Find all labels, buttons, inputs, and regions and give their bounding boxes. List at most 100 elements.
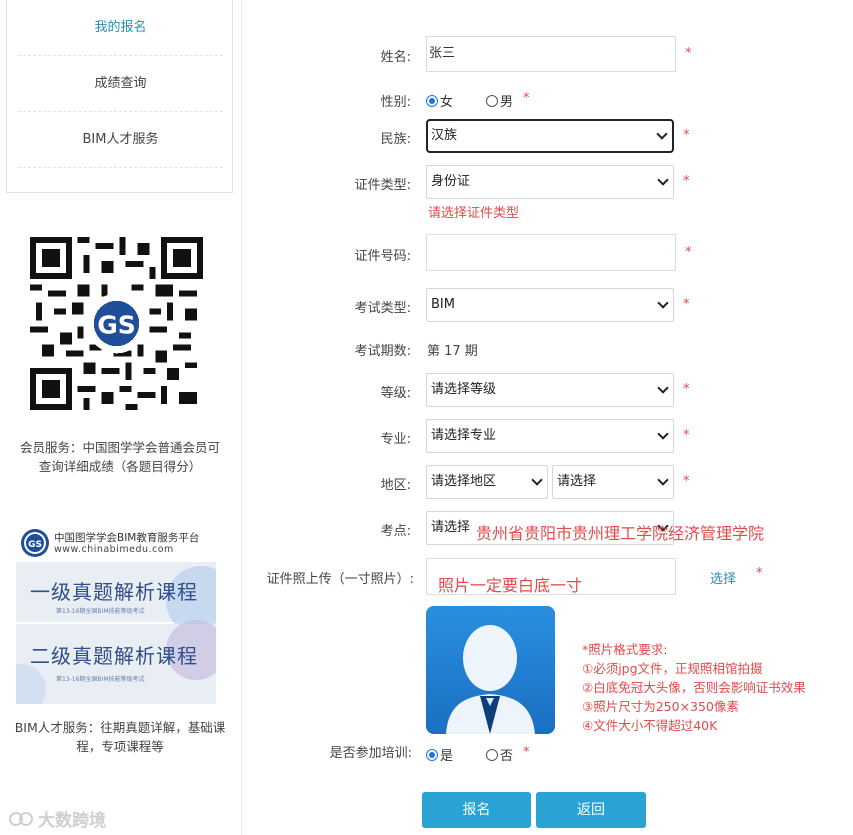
radio-checked-icon bbox=[426, 748, 438, 761]
registration-page: 我的报名 成绩查询 BIM人才服务 GS 会员服务：中国图学学会普通会员可查询详… bbox=[0, 0, 853, 835]
training-label: 是否参加培训: bbox=[329, 746, 412, 761]
required-mark: * bbox=[523, 91, 530, 106]
name-label: 姓名: bbox=[380, 50, 411, 65]
training-no-label: 否 bbox=[500, 749, 514, 764]
exam-period-value: 第 17 期 bbox=[427, 344, 478, 359]
region-label: 地区: bbox=[380, 478, 411, 493]
required-mark: * bbox=[683, 428, 690, 443]
id-type-value: 身份证 bbox=[431, 174, 471, 189]
region-province-select[interactable]: 请选择地区 bbox=[426, 465, 548, 499]
id-number-label: 证件号码: bbox=[354, 249, 411, 264]
exam-site-label: 考点: bbox=[380, 524, 411, 539]
ad-url: www.chinabimedu.com bbox=[54, 543, 174, 555]
photo-req-item: ①必须jpg文件，正规照相馆拍摄 bbox=[582, 661, 763, 676]
ethnicity-label: 民族: bbox=[380, 132, 411, 147]
gender-male-label: 男 bbox=[500, 95, 514, 110]
training-yes-label: 是 bbox=[440, 749, 454, 764]
photo-requirements: *照片格式要求: ①必须jpg文件，正规照相馆拍摄 ②白底免冠大头像，否则会影响… bbox=[582, 640, 806, 735]
exam-period-label: 考试期数: bbox=[354, 344, 411, 359]
ethnicity-select[interactable]: 汉族 bbox=[426, 119, 674, 153]
ad-course-panel-1: 一级真题解析课程 第13-16期全国BIM技能等级考试 bbox=[16, 562, 216, 636]
sidebar-nav: 我的报名 成绩查询 BIM人才服务 bbox=[6, 0, 233, 193]
chevron-down-icon bbox=[657, 428, 669, 440]
gender-radio-male[interactable]: 男 bbox=[486, 91, 513, 110]
level-value: 请选择等级 bbox=[431, 382, 497, 397]
ad-header: GS 中国图学学会BIM教育服务平台 www.chinabimedu.com bbox=[20, 528, 199, 558]
required-mark: * bbox=[523, 745, 530, 760]
chevron-down-icon bbox=[531, 474, 543, 486]
id-type-label: 证件类型: bbox=[354, 178, 411, 193]
photo-upload-label: 证件照上传（一寸照片）: bbox=[266, 572, 414, 587]
region-city-select[interactable]: 请选择 bbox=[552, 465, 674, 499]
exam-type-select[interactable]: BIM bbox=[426, 288, 674, 322]
major-label: 专业: bbox=[380, 432, 411, 447]
gs-logo-icon: GS bbox=[21, 529, 49, 557]
required-mark: * bbox=[685, 245, 692, 260]
required-mark: * bbox=[683, 128, 690, 143]
training-radio-no[interactable]: 否 bbox=[486, 745, 513, 764]
ad-course-sub-1: 第13-16期全国BIM技能等级考试 bbox=[56, 608, 145, 615]
exam-type-label: 考试类型: bbox=[354, 301, 411, 316]
svg-text:GS: GS bbox=[97, 311, 136, 340]
photo-preview bbox=[426, 606, 555, 734]
required-mark: * bbox=[685, 46, 692, 61]
region-province-value: 请选择地区 bbox=[431, 474, 497, 489]
name-input[interactable]: 张三 bbox=[426, 36, 676, 72]
photo-select-link[interactable]: 选择 bbox=[710, 568, 736, 587]
sidebar: 我的报名 成绩查询 BIM人才服务 GS 会员服务：中国图学学会普通会员可查询详… bbox=[0, 0, 242, 835]
gender-radio-female[interactable]: 女 bbox=[426, 91, 453, 110]
chevron-down-icon bbox=[657, 297, 669, 309]
ad-course-panel-2: 二级真题解析课程 第13-16期全国BIM技能等级考试 bbox=[16, 620, 216, 704]
photo-annotation: 照片一定要白底一寸 bbox=[438, 576, 583, 595]
id-type-hint: 请选择证件类型 bbox=[428, 206, 520, 221]
radio-unchecked-icon bbox=[486, 94, 498, 107]
id-number-input[interactable] bbox=[426, 234, 676, 271]
required-mark: * bbox=[683, 297, 690, 312]
training-radio-yes[interactable]: 是 bbox=[426, 745, 453, 764]
back-button[interactable]: 返回 bbox=[536, 792, 646, 828]
photo-req-item: ②白底免冠大头像，否则会影响证书效果 bbox=[582, 680, 806, 695]
member-service-text: 会员服务：中国图学学会普通会员可查询详细成绩（各题目得分） bbox=[19, 440, 220, 474]
svg-text:GS: GS bbox=[28, 540, 42, 550]
radio-unchecked-icon bbox=[486, 748, 498, 761]
radio-checked-icon bbox=[426, 94, 438, 107]
gender-label: 性别: bbox=[380, 95, 411, 110]
chevron-down-icon bbox=[657, 474, 669, 486]
sidebar-item-bim-talent[interactable]: BIM人才服务 bbox=[18, 112, 223, 168]
ad-title: 中国图学学会BIM教育服务平台 bbox=[54, 531, 200, 544]
exam-site-annotation: 贵州省贵阳市贵州理工学院经济管理学院 bbox=[476, 524, 765, 543]
exam-site-value: 请选择 bbox=[431, 520, 471, 535]
chevron-down-icon bbox=[657, 382, 669, 394]
ethnicity-value: 汉族 bbox=[431, 128, 458, 143]
watermark-logo-icon bbox=[9, 811, 33, 826]
required-mark: * bbox=[683, 474, 690, 489]
bim-talent-text: BIM人才服务：往期真题详解，基础课程，专项课程等 bbox=[14, 720, 226, 754]
required-mark: * bbox=[683, 382, 690, 397]
level-select[interactable]: 请选择等级 bbox=[426, 373, 674, 407]
chevron-down-icon bbox=[656, 128, 668, 140]
course-ad-banner[interactable]: GS 中国图学学会BIM教育服务平台 www.chinabimedu.com 一… bbox=[16, 522, 216, 704]
avatar-silhouette-icon bbox=[426, 606, 555, 734]
watermark-text: 大数跨境 bbox=[38, 811, 106, 831]
qr-code-icon: GS bbox=[30, 237, 203, 410]
gender-female-label: 女 bbox=[440, 95, 454, 110]
exam-type-value: BIM bbox=[431, 297, 455, 312]
watermark: 大数跨境 bbox=[8, 806, 106, 831]
sidebar-item-my-registration[interactable]: 我的报名 bbox=[18, 0, 223, 56]
ad-course-sub-2: 第13-16期全国BIM技能等级考试 bbox=[56, 676, 145, 683]
region-city-value: 请选择 bbox=[557, 474, 597, 489]
photo-req-item: ③照片尺寸为250×350像素 bbox=[582, 699, 739, 714]
id-type-select[interactable]: 身份证 bbox=[426, 165, 674, 199]
required-mark: * bbox=[683, 174, 690, 189]
major-select[interactable]: 请选择专业 bbox=[426, 419, 674, 453]
photo-req-item: ④文件大小不得超过40K bbox=[582, 718, 718, 733]
submit-button[interactable]: 报名 bbox=[422, 792, 531, 828]
chevron-down-icon bbox=[657, 174, 669, 186]
photo-req-title: *照片格式要求: bbox=[582, 642, 668, 657]
major-value: 请选择专业 bbox=[431, 428, 497, 443]
required-mark: * bbox=[756, 566, 763, 581]
level-label: 等级: bbox=[380, 386, 411, 401]
ad-course-2: 二级真题解析课程 bbox=[30, 644, 198, 668]
ad-course-1: 一级真题解析课程 bbox=[30, 580, 198, 604]
sidebar-item-score-query[interactable]: 成绩查询 bbox=[18, 56, 223, 112]
